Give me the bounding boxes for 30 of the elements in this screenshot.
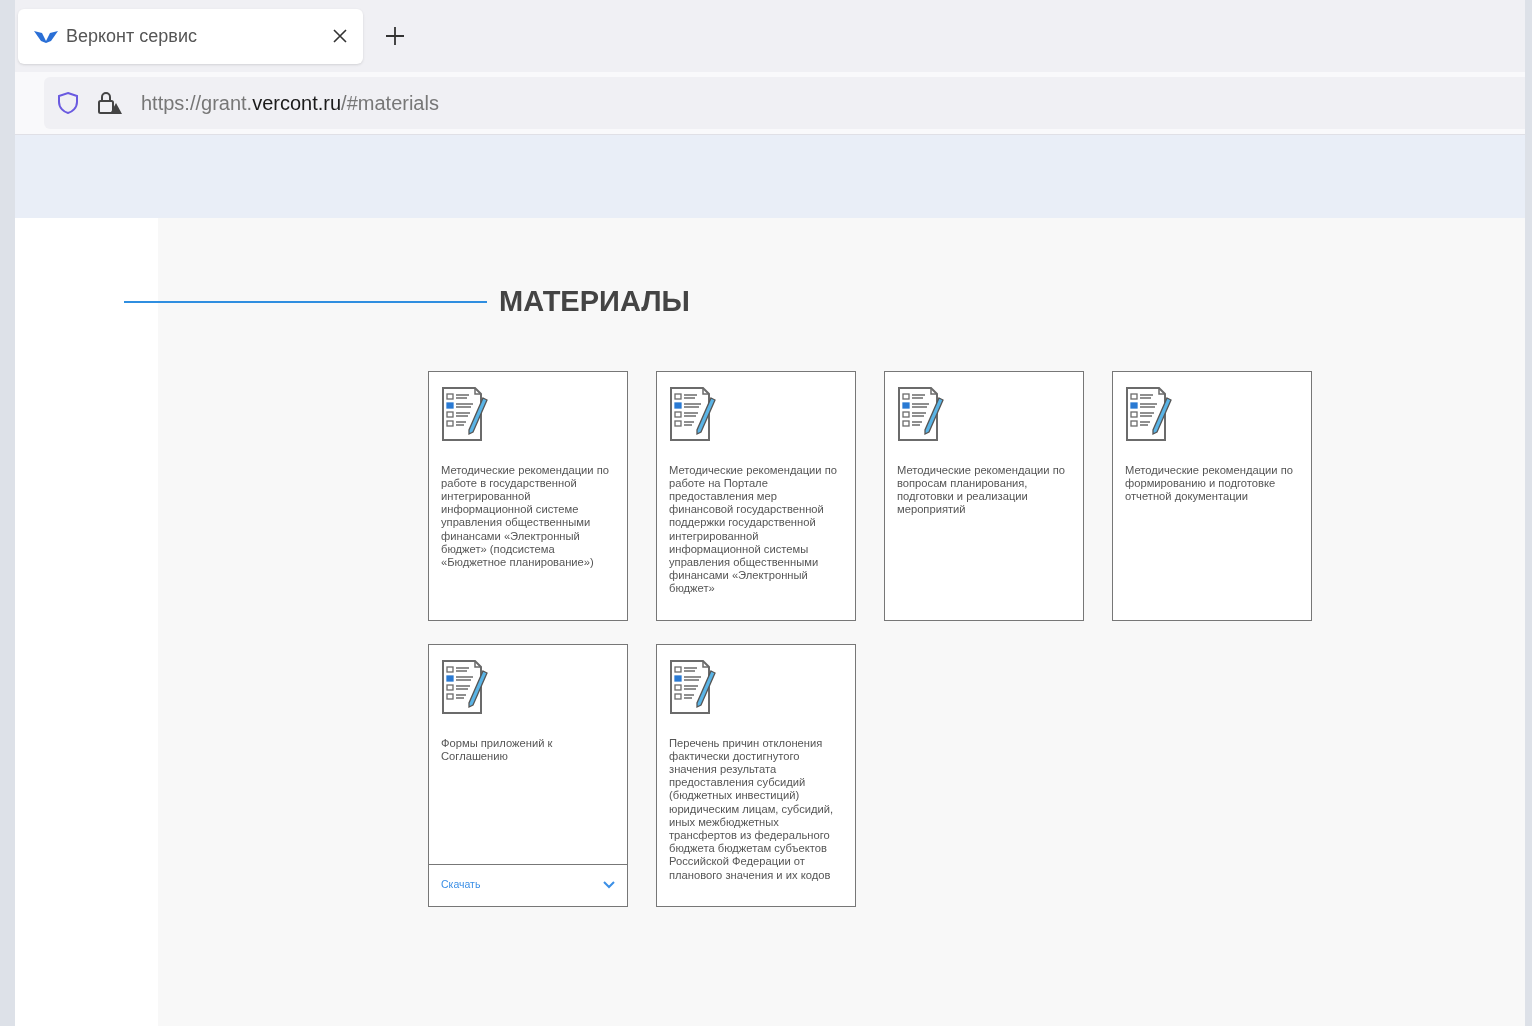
chevron-down-icon xyxy=(603,881,615,889)
material-card[interactable]: Методические рекомендации по формированию и подготовке отчетной документации xyxy=(1112,370,1312,621)
bird-logo-icon xyxy=(34,29,58,43)
checklist-pencil-icon xyxy=(441,658,489,715)
close-icon[interactable] xyxy=(333,29,347,43)
checklist-pencil-icon xyxy=(669,658,717,715)
shield-icon[interactable] xyxy=(57,91,79,115)
card-title: Методические рекомендации по работе на Портале предоставления мер финансовой государственной поддержки государственной интегрированной информационной системы управления общественными финансами «Электронный бюджет» xyxy=(669,463,838,596)
card-title: Методические рекомендации по вопросам планирования, подготовки и реализации мероприятий xyxy=(897,463,1066,517)
browser-tab[interactable]: Верконт сервис xyxy=(18,8,363,64)
lock-warning-icon[interactable] xyxy=(97,90,123,116)
card-title: Перечень причин отклонения фактически достигнутого значения результата предоставления субсидий (бюджетных инвестиций) юридическим лицам, субсидий, иных межбюджетных трансфертов из федерального бюджета бюджетам субъектов Российской Федерации от планового значения и их кодов xyxy=(669,736,835,882)
card-title: Методические рекомендации по работе в государственной интегрированной информационной системе управления общественными финансами «Электронный бюджет» (подсистема «Бюджетное планирование») xyxy=(441,463,610,570)
address-bar[interactable]: https://grant.vercont.ru/#materials xyxy=(44,77,1525,129)
checklist-pencil-icon xyxy=(441,385,489,442)
material-card[interactable]: Методические рекомендации по работе в государственной интегрированной информационной системе управления общественными финансами «Электронный бюджет» (подсистема «Бюджетное планирование») xyxy=(428,370,628,621)
material-card[interactable]: Методические рекомендации по вопросам планирования, подготовки и реализации мероприятий xyxy=(884,370,1084,621)
checklist-pencil-icon xyxy=(897,385,945,442)
material-card[interactable]: Формы приложений к Соглашению Скачать xyxy=(428,643,628,907)
card-title: Методические рекомендации по формированию и подготовке отчетной документации xyxy=(1125,463,1294,504)
section-heading: МАТЕРИАЛЫ xyxy=(499,284,690,319)
tab-title: Верконт сервис xyxy=(66,24,198,48)
new-tab-icon[interactable] xyxy=(385,26,405,46)
checklist-pencil-icon xyxy=(669,385,717,442)
download-link[interactable]: Скачать xyxy=(429,863,627,906)
url-text: https://grant.vercont.ru/#materials xyxy=(141,91,439,116)
material-card[interactable] xyxy=(656,643,856,907)
card-title: Формы приложений к Соглашению xyxy=(441,736,554,763)
checklist-pencil-icon xyxy=(1125,385,1173,442)
material-card[interactable] xyxy=(656,370,856,621)
